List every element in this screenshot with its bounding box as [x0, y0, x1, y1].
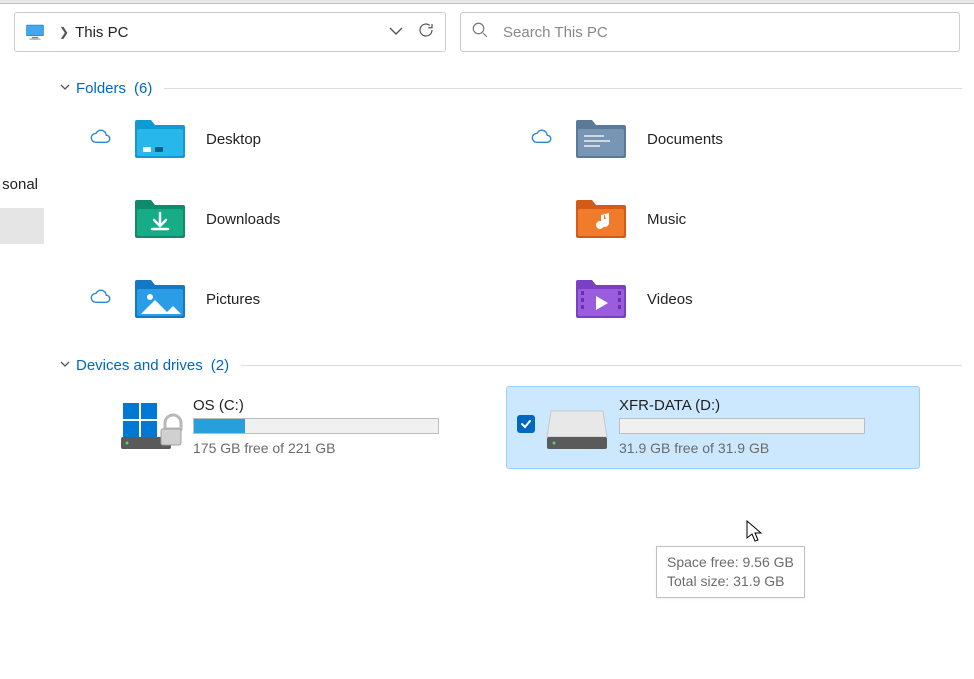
- group-divider: [241, 365, 962, 366]
- drives-row: OS (C:) 175 GB free of 221 GB: [80, 386, 962, 469]
- content-pane: Folders (6) Desktop: [44, 60, 974, 679]
- folder-item-videos[interactable]: Videos: [521, 269, 962, 329]
- folder-item-documents[interactable]: Documents: [521, 109, 962, 169]
- drive-item-d[interactable]: XFR-DATA (D:) 31.9 GB free of 31.9 GB: [506, 386, 920, 469]
- drive-name: XFR-DATA (D:): [619, 397, 909, 414]
- address-bar[interactable]: ❯ This PC: [14, 12, 446, 52]
- tooltip-line: Total size: 31.9 GB: [667, 572, 794, 591]
- group-title: Folders: [76, 80, 126, 97]
- music-folder-icon: [573, 195, 629, 243]
- group-title: Devices and drives: [76, 357, 203, 374]
- drive-name: OS (C:): [193, 397, 483, 414]
- refresh-icon[interactable]: [417, 21, 435, 44]
- folder-label: Documents: [647, 131, 723, 148]
- this-pc-icon: [25, 24, 45, 40]
- folder-label: Desktop: [206, 131, 261, 148]
- tooltip-line: Space free: 9.56 GB: [667, 553, 794, 572]
- downloads-folder-icon: [132, 195, 188, 243]
- sidebar-item-personal[interactable]: sonal: [0, 166, 44, 202]
- drive-capacity-bar: [619, 418, 865, 434]
- folder-label: Videos: [647, 291, 693, 308]
- documents-folder-icon: [573, 115, 629, 163]
- drive-capacity-bar: [193, 418, 439, 434]
- drive-selected-checkbox[interactable]: [517, 415, 535, 433]
- os-drive-icon: [119, 401, 183, 451]
- folder-item-pictures[interactable]: Pictures: [80, 269, 521, 329]
- drive-free-text: 31.9 GB free of 31.9 GB: [619, 440, 909, 456]
- drive-item-c[interactable]: OS (C:) 175 GB free of 221 GB: [80, 386, 494, 469]
- folder-item-music[interactable]: Music: [521, 189, 962, 249]
- cloud-icon: [89, 289, 111, 310]
- search-input[interactable]: [503, 24, 949, 41]
- search-box[interactable]: [460, 12, 960, 52]
- folder-item-downloads[interactable]: Downloads: [80, 189, 521, 249]
- breadcrumb-location[interactable]: This PC: [75, 24, 128, 41]
- group-count: (2): [211, 357, 229, 374]
- drive-free-text: 175 GB free of 221 GB: [193, 440, 483, 456]
- collapse-chevron-icon[interactable]: [60, 82, 70, 95]
- group-header-drives[interactable]: Devices and drives (2): [60, 357, 962, 374]
- group-header-folders[interactable]: Folders (6): [60, 80, 962, 97]
- data-drive-icon: [545, 401, 609, 451]
- folder-label: Pictures: [206, 291, 260, 308]
- nav-sidebar: sonal: [0, 60, 44, 679]
- sidebar-item-selected[interactable]: [0, 208, 44, 244]
- cloud-icon: [89, 129, 111, 150]
- main-area: sonal Folders (6): [0, 60, 974, 679]
- folder-label: Downloads: [206, 211, 280, 228]
- search-icon: [471, 21, 489, 44]
- cloud-icon: [530, 129, 552, 150]
- group-divider: [164, 88, 962, 89]
- desktop-folder-icon: [132, 115, 188, 163]
- address-dropdown-icon[interactable]: [389, 25, 403, 39]
- folders-grid: Desktop Documents: [80, 109, 962, 329]
- toolbar: ❯ This PC: [0, 4, 974, 60]
- folder-item-desktop[interactable]: Desktop: [80, 109, 521, 169]
- drive-tooltip: Space free: 9.56 GB Total size: 31.9 GB: [656, 546, 805, 598]
- videos-folder-icon: [573, 275, 629, 323]
- pictures-folder-icon: [132, 275, 188, 323]
- collapse-chevron-icon[interactable]: [60, 359, 70, 372]
- drive-capacity-fill: [194, 419, 245, 433]
- group-count: (6): [134, 80, 152, 97]
- breadcrumb-chevron-icon[interactable]: ❯: [59, 25, 69, 39]
- folder-label: Music: [647, 211, 686, 228]
